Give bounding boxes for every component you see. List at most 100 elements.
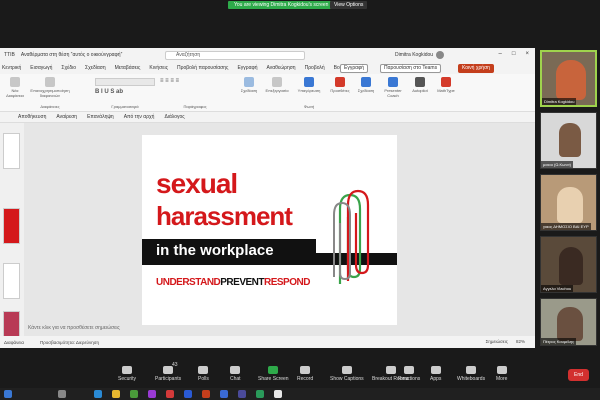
from-beginning-button[interactable]: Από την αρχή xyxy=(124,114,155,120)
ribbon: Νέα Διαφάνεια Επαναχρησιμοποίηση διαφανε… xyxy=(0,74,535,112)
captions-button[interactable]: Show Captions xyxy=(330,366,364,382)
participant-name: Πέτρος Κουμέλης xyxy=(541,338,577,345)
mathtype-button[interactable]: MathType xyxy=(434,77,458,93)
tab-draw[interactable]: Σχέδιο xyxy=(61,65,76,71)
share-button[interactable]: Κοινή χρήση xyxy=(458,64,494,73)
group-paragraph: Παράγραφος xyxy=(183,104,207,109)
apps-button[interactable]: Apps xyxy=(430,366,441,382)
taskbar-app-icon[interactable] xyxy=(238,390,246,398)
participants-button[interactable]: Participants xyxy=(155,366,181,382)
autosave-toggle[interactable]: Αποθήκευση xyxy=(18,114,46,120)
view-options-button[interactable]: View Options xyxy=(330,1,368,9)
dialog-button[interactable]: Διάλογος xyxy=(164,114,184,120)
tab-design[interactable]: Σχεδίαση xyxy=(85,65,106,71)
zoom-level[interactable]: 82% xyxy=(516,339,525,344)
designer-button[interactable]: Σχεδίαση xyxy=(356,77,376,93)
mathtype-icon xyxy=(441,77,451,87)
tab-transitions[interactable]: Μεταβάσεις xyxy=(115,65,141,71)
record-zoom-button[interactable]: Record xyxy=(297,366,313,382)
editing-button[interactable]: Επεξεργασία xyxy=(264,77,290,93)
taskbar-app-icon[interactable] xyxy=(130,390,138,398)
reuse-slides-button[interactable]: Επαναχρησιμοποίηση διαφανειών xyxy=(30,77,70,98)
coach-icon xyxy=(388,77,398,87)
windows-taskbar xyxy=(0,388,600,400)
slide-thumbnail[interactable] xyxy=(3,263,20,299)
taskbar-app-icon[interactable] xyxy=(274,390,282,398)
avatar[interactable] xyxy=(436,51,445,59)
paragraph-controls[interactable]: ≡ ≡ ≡ ≡ xyxy=(160,78,230,100)
minimize-icon[interactable]: – xyxy=(499,51,502,57)
reactions-button[interactable]: Reactions xyxy=(398,366,420,382)
tab-view[interactable]: Προβολή xyxy=(305,65,325,71)
search-input[interactable]: Αναζήτηση xyxy=(165,51,305,60)
tab-home[interactable]: Κεντρική xyxy=(2,65,21,71)
font-controls[interactable]: B I U S ab xyxy=(95,78,155,100)
current-slide[interactable]: sexual harassment in the workplace UNDER… xyxy=(142,135,397,325)
participant-name: γιαος ΔΗΜΟΣΙΟ ΒΑΙ ΕΥΡ xyxy=(541,223,591,230)
tag-prevent: PREVENT xyxy=(220,277,264,288)
group-voice: Φωνή xyxy=(303,104,315,109)
editing-icon xyxy=(272,77,282,87)
user-account[interactable]: Dimitra Kogkidou xyxy=(395,51,445,59)
slide-thumbnails xyxy=(0,123,24,347)
poll-icon xyxy=(198,366,209,374)
slide-thumbnail[interactable] xyxy=(3,208,20,244)
autopilot-button[interactable]: Autopilot xyxy=(408,77,432,93)
list-icons[interactable]: ≡ ≡ ≡ ≡ xyxy=(160,78,230,84)
tab-review[interactable]: Αναθεώρηση xyxy=(267,65,296,71)
close-icon[interactable]: × xyxy=(525,51,529,57)
notes-placeholder[interactable]: Κάντε κλικ για να προσθέσετε σημειώσεις xyxy=(28,325,120,331)
taskbar-app-icon[interactable] xyxy=(148,390,156,398)
new-slide-button[interactable]: Νέα Διαφάνεια xyxy=(4,77,26,98)
slide-thumbnail[interactable] xyxy=(3,133,20,169)
font-family-select[interactable] xyxy=(95,78,155,86)
video-tile[interactable]: Αγγελα Vlachou xyxy=(540,236,597,293)
autopilot-icon xyxy=(415,77,425,87)
tab-slideshow[interactable]: Προβολή παρουσίασης xyxy=(177,65,228,71)
powerpoint-window: ΤΤΙΒ Αναθέρματα στη θέση “αυτός ο οικιού… xyxy=(0,48,535,348)
taskbar-app-icon[interactable] xyxy=(184,390,192,398)
taskbar-app-icon[interactable] xyxy=(256,390,264,398)
video-tile[interactable]: Πέτρος Κουμέλης xyxy=(540,298,597,346)
taskbar-app-icon[interactable] xyxy=(166,390,174,398)
taskbar-app-icon[interactable] xyxy=(202,390,210,398)
notes-button[interactable]: Σημειώσεις xyxy=(486,339,508,344)
security-button[interactable]: Security xyxy=(118,366,136,382)
end-button[interactable]: End xyxy=(568,369,589,381)
participant-figure xyxy=(559,247,583,285)
new-slide-icon xyxy=(10,77,20,87)
font-style-icons[interactable]: B I U S ab xyxy=(95,89,155,95)
maximize-icon[interactable]: □ xyxy=(512,51,516,57)
accessibility-status[interactable]: Προσβασιμότητα: Διερεύνηση xyxy=(40,340,99,345)
video-tile[interactable]: γιαος ΔΗΜΟΣΙΟ ΒΑΙ ΕΥΡ xyxy=(540,174,597,231)
quick-access-toolbar: Αποθήκευση Αναίρεση Επανάληψη Από την αρ… xyxy=(0,112,535,123)
tab-record[interactable]: Εγγραφή xyxy=(237,65,257,71)
whiteboards-button[interactable]: Whiteboards xyxy=(457,366,485,382)
drawing-button[interactable]: Σχεδίαση xyxy=(238,77,260,93)
windows-start-icon[interactable] xyxy=(4,390,12,398)
taskbar-app-icon[interactable] xyxy=(58,390,66,398)
present-teams-button[interactable]: Παρουσίαση στο Teams xyxy=(380,64,442,73)
record-button[interactable]: Εγγραφή xyxy=(340,64,369,73)
more-button[interactable]: More xyxy=(496,366,507,382)
taskbar-app-icon[interactable] xyxy=(220,390,228,398)
addins-button[interactable]: Προσθέτες xyxy=(328,77,352,93)
tab-animations[interactable]: Κινήσεις xyxy=(149,65,168,71)
polls-button[interactable]: Polls xyxy=(198,366,209,382)
video-tile-active[interactable]: Dimitra Kogkidou xyxy=(540,50,597,107)
zoom-share-banner: You are viewing Dimitra Kogkidou's scree… xyxy=(0,0,600,10)
chat-icon xyxy=(230,366,241,374)
dictate-button[interactable]: Υπαγόρευση xyxy=(296,77,322,93)
taskbar-app-icon[interactable] xyxy=(94,390,102,398)
presenter-coach-button[interactable]: Presenter Coach xyxy=(380,77,406,98)
participant-name: Dimitra Kogkidou xyxy=(542,98,577,105)
taskbar-app-icon[interactable] xyxy=(112,390,120,398)
share-notice: You are viewing Dimitra Kogkidou's scree… xyxy=(228,1,335,9)
video-tile[interactable]: μαιου (Ω.Κωνσ) xyxy=(540,112,597,169)
redo-button[interactable]: Επανάληψη xyxy=(87,114,114,120)
chat-button[interactable]: Chat xyxy=(230,366,241,382)
tab-insert[interactable]: Εισαγωγή xyxy=(30,65,52,71)
share-screen-button[interactable]: Share Screen xyxy=(258,366,289,382)
undo-button[interactable]: Αναίρεση xyxy=(56,114,77,120)
apps-icon xyxy=(430,366,441,374)
